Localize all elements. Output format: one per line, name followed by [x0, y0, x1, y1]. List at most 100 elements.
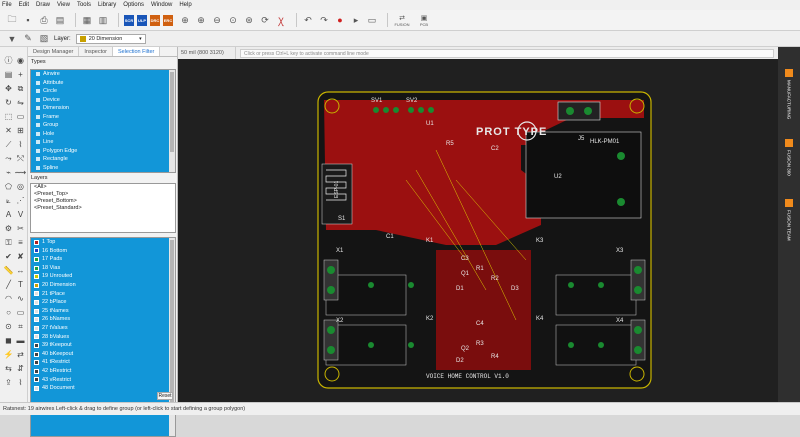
layer-item[interactable]: 21 tPlace [31, 290, 171, 299]
type-item[interactable]: Device [31, 96, 171, 105]
fusion360-tab[interactable]: FUSION 360 [782, 139, 796, 176]
menu-window[interactable]: Window [151, 2, 172, 8]
split-icon[interactable]: ⟋ [3, 139, 14, 150]
wire-icon[interactable]: ⌇ [15, 377, 26, 388]
type-item[interactable]: Frame [31, 113, 171, 122]
layer-item[interactable]: 20 Dimension [31, 281, 171, 290]
type-item[interactable]: Attribute [31, 79, 171, 88]
stop-icon[interactable]: ● [334, 14, 346, 26]
ulp-button[interactable]: ULP [137, 14, 147, 26]
preset-item[interactable]: <Preset_Top> [31, 191, 175, 198]
delete-icon[interactable]: ✕ [3, 125, 14, 136]
arc-icon[interactable]: ◠ [3, 293, 14, 304]
hole-icon[interactable]: ⊙ [3, 321, 14, 332]
type-item[interactable]: Hole [31, 130, 171, 139]
via-icon[interactable]: ◎ [15, 181, 26, 192]
value-icon[interactable]: V [15, 209, 26, 220]
type-item[interactable]: Polygon Edge [31, 147, 171, 156]
layer-item[interactable]: 27 tValues [31, 324, 171, 333]
layer-item[interactable]: 39 tKeepout [31, 341, 171, 350]
autoroute-icon[interactable]: ⌁ [3, 167, 14, 178]
layer-item[interactable]: 40 bKeepout [31, 350, 171, 359]
tab-inspector[interactable]: Inspector [79, 47, 113, 56]
zoom-select-icon[interactable]: ⊛ [243, 14, 255, 26]
ripup-icon[interactable]: ⤲ [15, 153, 26, 164]
smd-icon[interactable]: ▬ [15, 335, 26, 346]
rect-icon[interactable]: ▭ [15, 307, 26, 318]
layer-select[interactable]: 20 Dimension ▾ [75, 33, 146, 44]
swap-icon[interactable]: ⇄ [15, 349, 26, 360]
change-icon[interactable]: ⚙ [3, 223, 14, 234]
redraw-icon[interactable]: ⟳ [259, 14, 271, 26]
layer-item[interactable]: 42 bRestrict [31, 367, 171, 376]
route-icon[interactable]: ⤳ [3, 153, 14, 164]
export-icon[interactable]: ⇪ [3, 377, 14, 388]
zoom-out-icon[interactable]: ⊖ [211, 14, 223, 26]
scrollbar-thumb[interactable] [170, 72, 174, 152]
layer-item[interactable]: 18 Vias [31, 264, 171, 273]
types-scrollbar[interactable] [169, 70, 175, 172]
comment-icon[interactable]: ▭ [366, 14, 378, 26]
layer-item[interactable]: 19 Unrouted [31, 272, 171, 281]
lock-icon[interactable]: ⚿ [3, 237, 14, 248]
pcb-board[interactable]: PROT TYPE HLK-PM01 VOICE HOME CONTROL V1… [316, 90, 653, 390]
script-button[interactable]: SCR [124, 14, 134, 26]
zoom-in-icon[interactable]: ⊕ [195, 14, 207, 26]
layer-item[interactable]: 28 bValues [31, 333, 171, 342]
menu-view[interactable]: View [57, 2, 70, 8]
layer-settings-icon[interactable]: ▧ [38, 33, 50, 45]
dimension-icon[interactable]: ↔ [15, 265, 26, 276]
scrollbar-thumb[interactable] [170, 240, 174, 415]
manufacturing-tab[interactable]: MANUFACTURING [782, 69, 796, 119]
menu-draw[interactable]: Draw [36, 2, 50, 8]
zoom-prev-icon[interactable]: ⊙ [227, 14, 239, 26]
cam-icon[interactable]: ▤ [54, 14, 66, 26]
measure-icon[interactable]: 📏 [3, 265, 14, 276]
mark-icon[interactable]: + [15, 69, 26, 80]
replace-icon[interactable]: ⇆ [3, 363, 14, 374]
info-icon[interactable]: ⓘ [3, 55, 14, 66]
menu-options[interactable]: Options [123, 2, 144, 8]
add-icon[interactable]: ⊞ [15, 125, 26, 136]
layer-item[interactable]: 41 tRestrict [31, 358, 171, 367]
command-line-input[interactable]: Click or press Ctrl+L key to activate co… [240, 48, 774, 58]
errors-icon[interactable]: ✘ [15, 251, 26, 262]
optimize-icon[interactable]: ⌇ [15, 139, 26, 150]
layer-item[interactable]: 43 vRestrict [31, 376, 171, 385]
line-icon[interactable]: ╱ [3, 279, 14, 290]
preset-item[interactable]: <Preset_Bottom> [31, 198, 175, 205]
menu-edit[interactable]: Edit [19, 2, 29, 8]
gateswap-icon[interactable]: ⇵ [15, 363, 26, 374]
fusion-link-button[interactable]: ⇄ FUSION [393, 14, 411, 27]
display-icon[interactable]: ▤ [3, 69, 14, 80]
signal-icon[interactable]: ⚡ [3, 349, 14, 360]
pad-icon[interactable]: ◼ [3, 335, 14, 346]
type-item[interactable]: Airwire [31, 70, 171, 79]
type-item[interactable]: Line [31, 138, 171, 147]
menu-library[interactable]: Library [98, 2, 116, 8]
layer-item[interactable]: 16 Bottom [31, 247, 171, 256]
schematic-icon[interactable]: ▦ [81, 14, 93, 26]
zoom-fit-icon[interactable]: ⊕ [179, 14, 191, 26]
layer-item[interactable]: 22 bPlace [31, 298, 171, 307]
layer-item[interactable]: 25 tNames [31, 307, 171, 316]
smash-icon[interactable]: ⋰ [15, 195, 26, 206]
menu-help[interactable]: Help [179, 2, 191, 8]
drc-tool-icon[interactable]: ✔ [3, 251, 14, 262]
frame-icon[interactable]: ⌗ [15, 321, 26, 332]
mirror-icon[interactable]: ⇋ [15, 97, 26, 108]
open-icon[interactable]: 🗀 [6, 14, 18, 26]
spline-icon[interactable]: ∿ [15, 293, 26, 304]
fusion-team-tab[interactable]: FUSION TEAM [782, 199, 796, 241]
menu-file[interactable]: File [2, 2, 12, 8]
go-icon[interactable]: ▸ [350, 14, 362, 26]
type-item[interactable]: Rectangle [31, 155, 171, 164]
group-icon[interactable]: ⬚ [3, 111, 14, 122]
layer-item[interactable]: 48 Document [31, 384, 171, 393]
rotate-icon[interactable]: ↻ [3, 97, 14, 108]
type-item[interactable]: Circle [31, 87, 171, 96]
type-item[interactable]: Dimension [31, 104, 171, 113]
reset-button[interactable]: Reset [157, 392, 173, 400]
circle-icon[interactable]: ○ [3, 307, 14, 318]
type-item[interactable]: Group [31, 121, 171, 130]
